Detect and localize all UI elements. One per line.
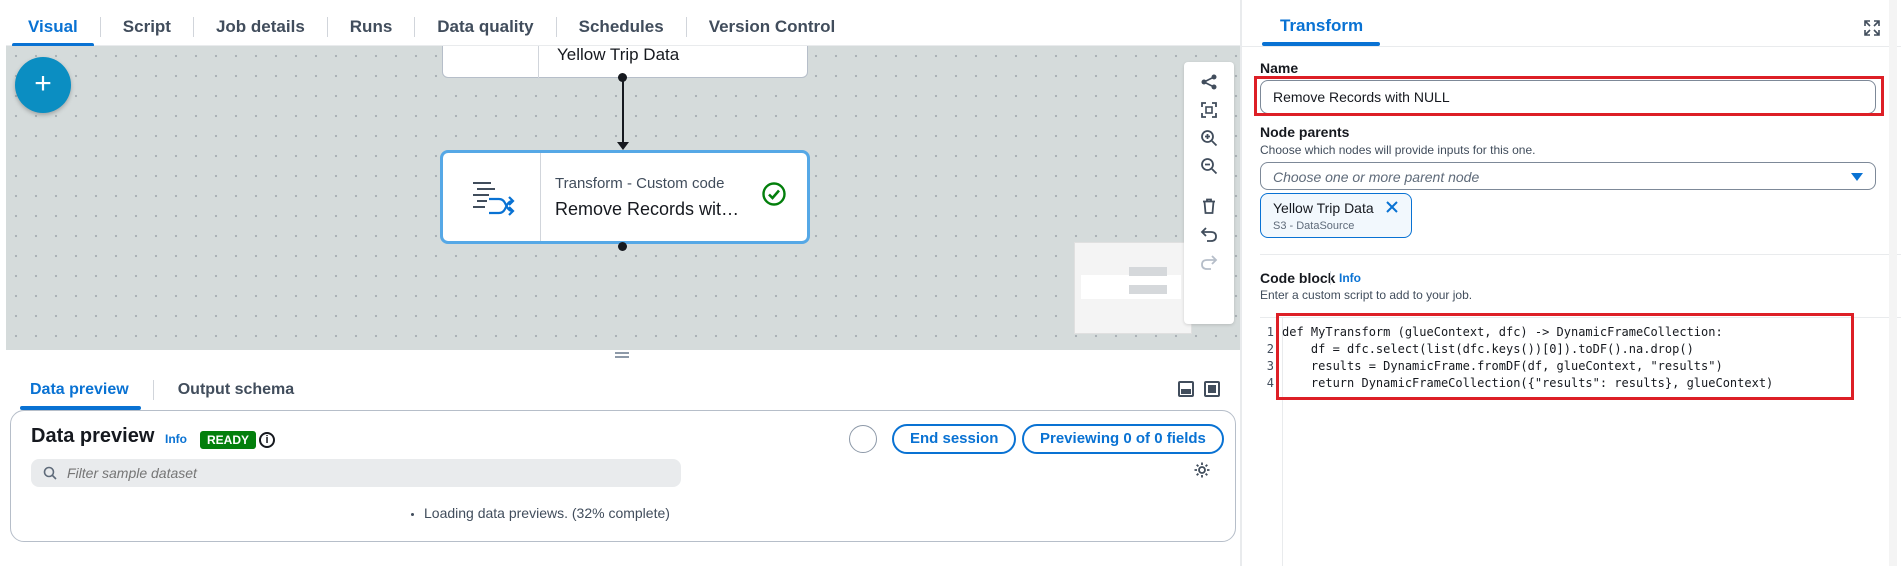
source-node-label: Yellow Trip Data [557, 46, 680, 64]
code-editor[interactable]: 1 2 3 4 def MyTransform (glueContext, df… [1260, 317, 1901, 566]
job-tabs: Visual Script Job details Runs Data qual… [6, 8, 1240, 47]
glue-studio-editor: Visual Script Job details Runs Data qual… [0, 0, 1901, 566]
section-divider [1260, 254, 1901, 255]
line-number: 2 [1266, 342, 1274, 356]
filter-input[interactable] [67, 459, 667, 487]
node-parents-label: Node parents [1260, 124, 1350, 140]
transform-node-type: Transform - Custom code [555, 175, 725, 192]
loading-spinner-icon [411, 512, 414, 516]
tab-runs[interactable]: Runs [328, 8, 415, 46]
parent-token: Yellow Trip Data S3 - DataSource [1260, 193, 1412, 238]
data-preview-panel: Data preview Info READY i End session Pr… [10, 410, 1236, 542]
tab-output-schema[interactable]: Output schema [154, 370, 318, 410]
editor-area: Visual Script Job details Runs Data qual… [0, 0, 1240, 566]
tab-version-control[interactable]: Version Control [687, 8, 858, 46]
source-node-icon [443, 46, 539, 79]
node-edge [622, 78, 624, 144]
transform-properties-panel: Transform Name Node parents Choose which… [1240, 0, 1901, 566]
maximize-panel-icon[interactable] [1204, 381, 1220, 397]
info-link[interactable]: Info [165, 432, 187, 446]
tab-data-quality[interactable]: Data quality [415, 8, 555, 46]
node-parents-placeholder: Choose one or more parent node [1273, 169, 1480, 185]
horizontal-resize-handle[interactable] [615, 352, 629, 358]
fit-view-icon[interactable] [1197, 98, 1221, 122]
output-port[interactable] [618, 242, 627, 251]
session-spinner-icon [849, 425, 877, 453]
previewing-fields-button[interactable]: Previewing 0 of 0 fields [1022, 424, 1224, 454]
transform-node-name: Remove Records wit… [555, 199, 740, 219]
line-number: 1 [1266, 325, 1274, 339]
tab-transform[interactable]: Transform [1280, 16, 1363, 36]
success-check-icon [761, 181, 787, 212]
add-node-button[interactable]: + [15, 57, 71, 113]
minimap-node [1129, 267, 1167, 276]
loading-status: Loading data previews. (32% complete) [411, 505, 670, 521]
code-line: def MyTransform (glueContext, dfc) -> Dy… [1282, 325, 1723, 339]
info-circle-icon[interactable]: i [259, 432, 275, 448]
bottom-tabs: Data preview Output schema [6, 370, 1240, 410]
line-number: 4 [1266, 376, 1274, 390]
expand-icon[interactable] [1864, 20, 1880, 41]
delete-icon[interactable] [1197, 194, 1221, 218]
visual-canvas[interactable]: + Yellow Trip Data Transform - Custom co… [6, 46, 1240, 350]
tab-schedules[interactable]: Schedules [557, 8, 686, 46]
minimap-node [1129, 285, 1167, 294]
custom-transform-icon [443, 153, 541, 241]
filter-sample-dataset [31, 459, 681, 487]
canvas-toolbar [1184, 62, 1234, 324]
remove-token-icon[interactable] [1385, 200, 1399, 219]
caret-down-icon [1851, 173, 1863, 181]
code-line: return DynamicFrameCollection({"results"… [1282, 376, 1774, 390]
node-parents-select[interactable]: Choose one or more parent node [1260, 162, 1876, 190]
canvas-minimap[interactable] [1074, 242, 1192, 334]
gear-icon[interactable] [1193, 461, 1211, 484]
transform-node[interactable]: Transform - Custom code Remove Records w… [440, 150, 810, 244]
edge-arrowhead [617, 142, 629, 150]
zoom-out-icon[interactable] [1197, 154, 1221, 178]
end-session-button[interactable]: End session [892, 424, 1017, 454]
tab-data-preview[interactable]: Data preview [6, 370, 153, 410]
data-preview-title: Data preview [31, 425, 155, 447]
loading-text: Loading data previews. (32% complete) [424, 505, 670, 521]
undo-icon[interactable] [1197, 222, 1221, 246]
code-block-info-link[interactable]: Info [1330, 271, 1361, 285]
tab-script[interactable]: Script [101, 8, 193, 46]
zoom-in-icon[interactable] [1197, 126, 1221, 150]
parent-token-name: Yellow Trip Data [1273, 200, 1374, 216]
code-block-description: Enter a custom script to add to your job… [1260, 288, 1473, 302]
panel-scrollbar[interactable] [1889, 0, 1897, 566]
name-label: Name [1260, 60, 1299, 76]
code-line: df = dfc.select(list(dfc.keys())[0]).toD… [1282, 342, 1694, 356]
code-line: results = DynamicFrame.fromDF(df, glueCo… [1282, 359, 1723, 373]
highlight-box [1254, 76, 1884, 116]
layout-icon[interactable] [1197, 70, 1221, 94]
parent-token-type: S3 - DataSource [1273, 220, 1355, 232]
tab-job-details[interactable]: Job details [194, 8, 327, 46]
line-number: 3 [1266, 359, 1274, 373]
dock-bottom-icon[interactable] [1178, 381, 1194, 397]
node-parents-description: Choose which nodes will provide inputs f… [1260, 143, 1536, 157]
code-block-label: Code block [1260, 270, 1336, 286]
tab-visual[interactable]: Visual [6, 8, 100, 47]
header-divider [1242, 46, 1901, 47]
redo-icon[interactable] [1197, 250, 1221, 274]
search-icon [43, 466, 57, 485]
status-badge: READY [200, 431, 257, 449]
